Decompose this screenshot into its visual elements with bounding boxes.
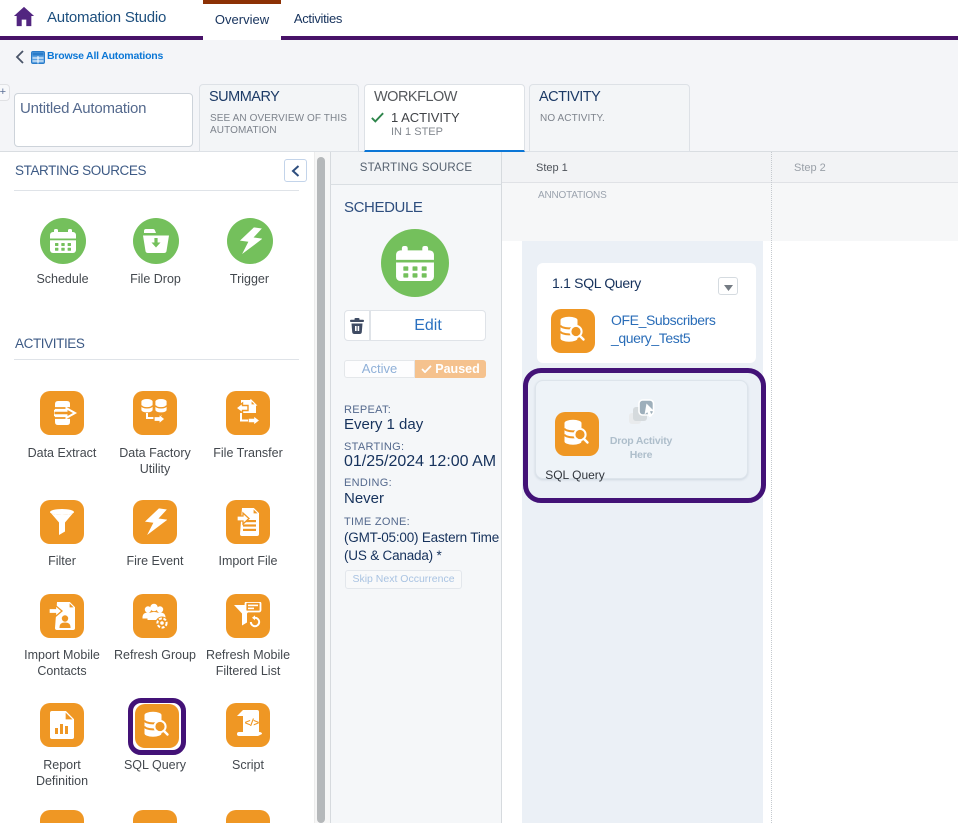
svg-text:</>: </> [245,718,260,729]
